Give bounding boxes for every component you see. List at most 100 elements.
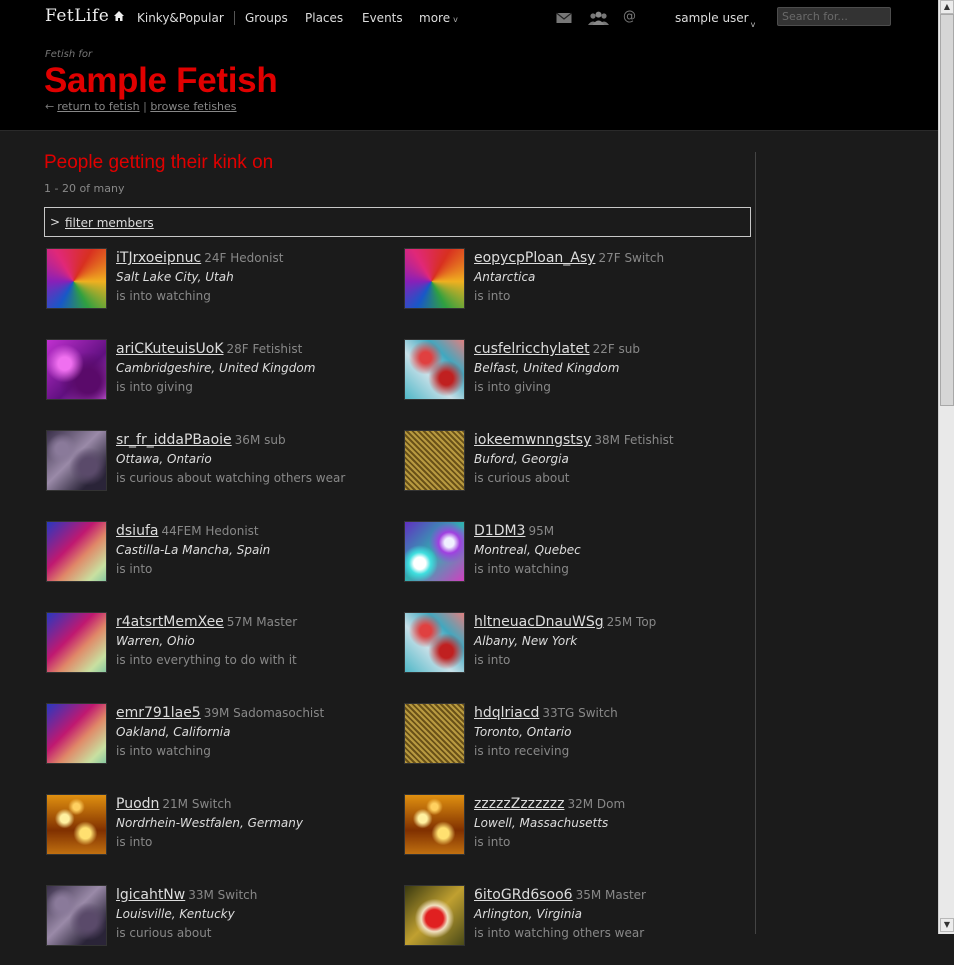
- nav-groups[interactable]: Groups: [245, 11, 288, 25]
- member-heading: eopycpPloan_Asy 27F Switch: [474, 250, 664, 266]
- member-item: Puodn 21M Switch Nordrhein-Westfalen, Germ…: [46, 794, 401, 874]
- browse-fetishes-link[interactable]: browse fetishes: [150, 100, 236, 113]
- member-name-link[interactable]: 6itoGRd6soo6: [474, 887, 573, 903]
- member-heading: D1DM3 95M: [474, 523, 554, 539]
- member-heading: sr_fr_iddaPBaoie 36M sub: [116, 432, 286, 448]
- member-location: Ottawa, Ontario: [116, 452, 212, 466]
- member-name-link[interactable]: zzzzzZzzzzzz: [474, 796, 564, 812]
- member-item: eopycpPloan_Asy 27F Switch Antarctica is in…: [404, 248, 759, 328]
- member-interest: is into: [474, 289, 511, 303]
- member-avatar[interactable]: [46, 248, 107, 309]
- member-age-role: 44FEM Hedonist: [161, 524, 259, 538]
- member-avatar[interactable]: [46, 794, 107, 855]
- home-icon[interactable]: [113, 10, 125, 22]
- member-name-link[interactable]: iokeemwnngstsy: [474, 432, 591, 448]
- member-interest: is into everything to do with it: [116, 653, 297, 667]
- nav-places[interactable]: Places: [305, 11, 343, 25]
- member-interest: is into giving: [474, 380, 551, 394]
- member-item: 6itoGRd6soo6 35M Master Arlington, Virgini…: [404, 885, 759, 965]
- member-location: Salt Lake City, Utah: [116, 270, 234, 284]
- search-input[interactable]: [777, 7, 891, 26]
- at-mentions-icon[interactable]: @: [623, 9, 636, 24]
- nav-events[interactable]: Events: [362, 11, 403, 25]
- member-avatar[interactable]: [404, 521, 465, 582]
- mail-icon[interactable]: [556, 11, 572, 25]
- member-age-role: 57M Master: [226, 615, 298, 629]
- member-avatar[interactable]: [46, 521, 107, 582]
- nav-more[interactable]: more v: [419, 11, 458, 25]
- member-avatar[interactable]: [404, 794, 465, 855]
- member-interest: is into: [116, 562, 153, 576]
- member-location: Toronto, Ontario: [474, 725, 572, 739]
- member-location: Louisville, Kentucky: [116, 907, 235, 921]
- friends-icon[interactable]: [587, 11, 610, 25]
- chevron-down-icon: v: [453, 15, 458, 24]
- breadcrumb: ← return to fetish | browse fetishes: [45, 100, 237, 113]
- member-location: Arlington, Virginia: [474, 907, 583, 921]
- breadcrumb-separator: |: [143, 100, 147, 113]
- member-name-link[interactable]: cusfelricchylatet: [474, 341, 590, 357]
- member-avatar[interactable]: [404, 248, 465, 309]
- member-name-link[interactable]: dsiufa: [116, 523, 158, 539]
- member-age-role: 33TG Switch: [542, 706, 618, 720]
- member-age-role: 24F Hedonist: [204, 251, 284, 265]
- member-age-role: 27F Switch: [598, 251, 665, 265]
- member-item: D1DM3 95M Montreal, Quebec is into watching: [404, 521, 759, 601]
- chevron-right-icon: >: [50, 215, 61, 229]
- return-to-fetish-link[interactable]: return to fetish: [57, 100, 139, 113]
- member-avatar[interactable]: [404, 703, 465, 764]
- member-age-role: 36M sub: [234, 433, 286, 447]
- member-item: ariCKuteuisUoK 28F Fetishist Cambridgeshir…: [46, 339, 401, 419]
- scrollbar-thumb[interactable]: [940, 14, 954, 406]
- member-interest: is into watching: [116, 744, 211, 758]
- member-age-role: 39M Sadomasochist: [203, 706, 325, 720]
- member-age-role: 28F Fetishist: [226, 342, 303, 356]
- member-name-link[interactable]: hdqlriacd: [474, 705, 539, 721]
- member-interest: is into giving: [116, 380, 193, 394]
- member-item: r4atsrtMemXee 57M Master Warren, Ohio is in…: [46, 612, 401, 692]
- member-interest: is curious about watching others wear: [116, 471, 346, 485]
- member-location: Castilla-La Mancha, Spain: [116, 543, 271, 557]
- member-heading: hdqlriacd 33TG Switch: [474, 705, 618, 721]
- top-bar: FetLife Kinky&Popular Groups Places Even…: [0, 0, 938, 131]
- member-item: zzzzzZzzzzzz 32M Dom Lowell, Massachusetts…: [404, 794, 759, 874]
- member-avatar[interactable]: [46, 703, 107, 764]
- member-name-link[interactable]: hltneuacDnauWSg: [474, 614, 604, 630]
- user-menu[interactable]: sample user v: [675, 11, 755, 29]
- filter-members-link[interactable]: filter members: [65, 216, 154, 230]
- member-avatar[interactable]: [404, 612, 465, 673]
- member-name-link[interactable]: emr791lae5: [116, 705, 201, 721]
- member-name-link[interactable]: lgicahtNw: [116, 887, 185, 903]
- nav-more-label: more: [419, 11, 451, 25]
- member-location: Montreal, Quebec: [474, 543, 581, 557]
- member-name-link[interactable]: r4atsrtMemXee: [116, 614, 224, 630]
- nav-kinky-popular[interactable]: Kinky&Popular: [137, 11, 224, 25]
- member-avatar[interactable]: [46, 885, 107, 946]
- member-interest: is curious about: [474, 471, 570, 485]
- member-avatar[interactable]: [46, 430, 107, 491]
- member-name-link[interactable]: ariCKuteuisUoK: [116, 341, 224, 357]
- member-name-link[interactable]: iTJrxoeipnuc: [116, 250, 201, 266]
- member-age-role: 38M Fetishist: [594, 433, 674, 447]
- user-name: sample user: [675, 11, 749, 25]
- member-name-link[interactable]: sr_fr_iddaPBaoie: [116, 432, 232, 448]
- member-avatar[interactable]: [46, 612, 107, 673]
- scroll-up-arrow-icon[interactable]: ▲: [940, 0, 954, 14]
- member-avatar[interactable]: [404, 430, 465, 491]
- fetish-prefix: Fetish for: [45, 49, 93, 60]
- scroll-down-arrow-icon[interactable]: ▼: [940, 918, 954, 932]
- arrow-left-icon: ←: [45, 100, 55, 113]
- member-item: emr791lae5 39M Sadomasochist Oakland, Cali…: [46, 703, 401, 783]
- member-avatar[interactable]: [404, 339, 465, 400]
- member-heading: emr791lae5 39M Sadomasochist: [116, 705, 324, 721]
- filter-members-toggle[interactable]: > filter members: [44, 207, 751, 237]
- member-name-link[interactable]: eopycpPloan_Asy: [474, 250, 595, 266]
- member-avatar[interactable]: [46, 339, 107, 400]
- member-avatar[interactable]: [404, 885, 465, 946]
- chevron-down-icon: v: [750, 20, 756, 29]
- scrollbar[interactable]: ▲ ▼: [938, 0, 954, 934]
- member-name-link[interactable]: Puodn: [116, 796, 159, 812]
- member-name-link[interactable]: D1DM3: [474, 523, 525, 539]
- fetlife-logo[interactable]: FetLife: [45, 6, 109, 26]
- member-interest: is into: [116, 835, 153, 849]
